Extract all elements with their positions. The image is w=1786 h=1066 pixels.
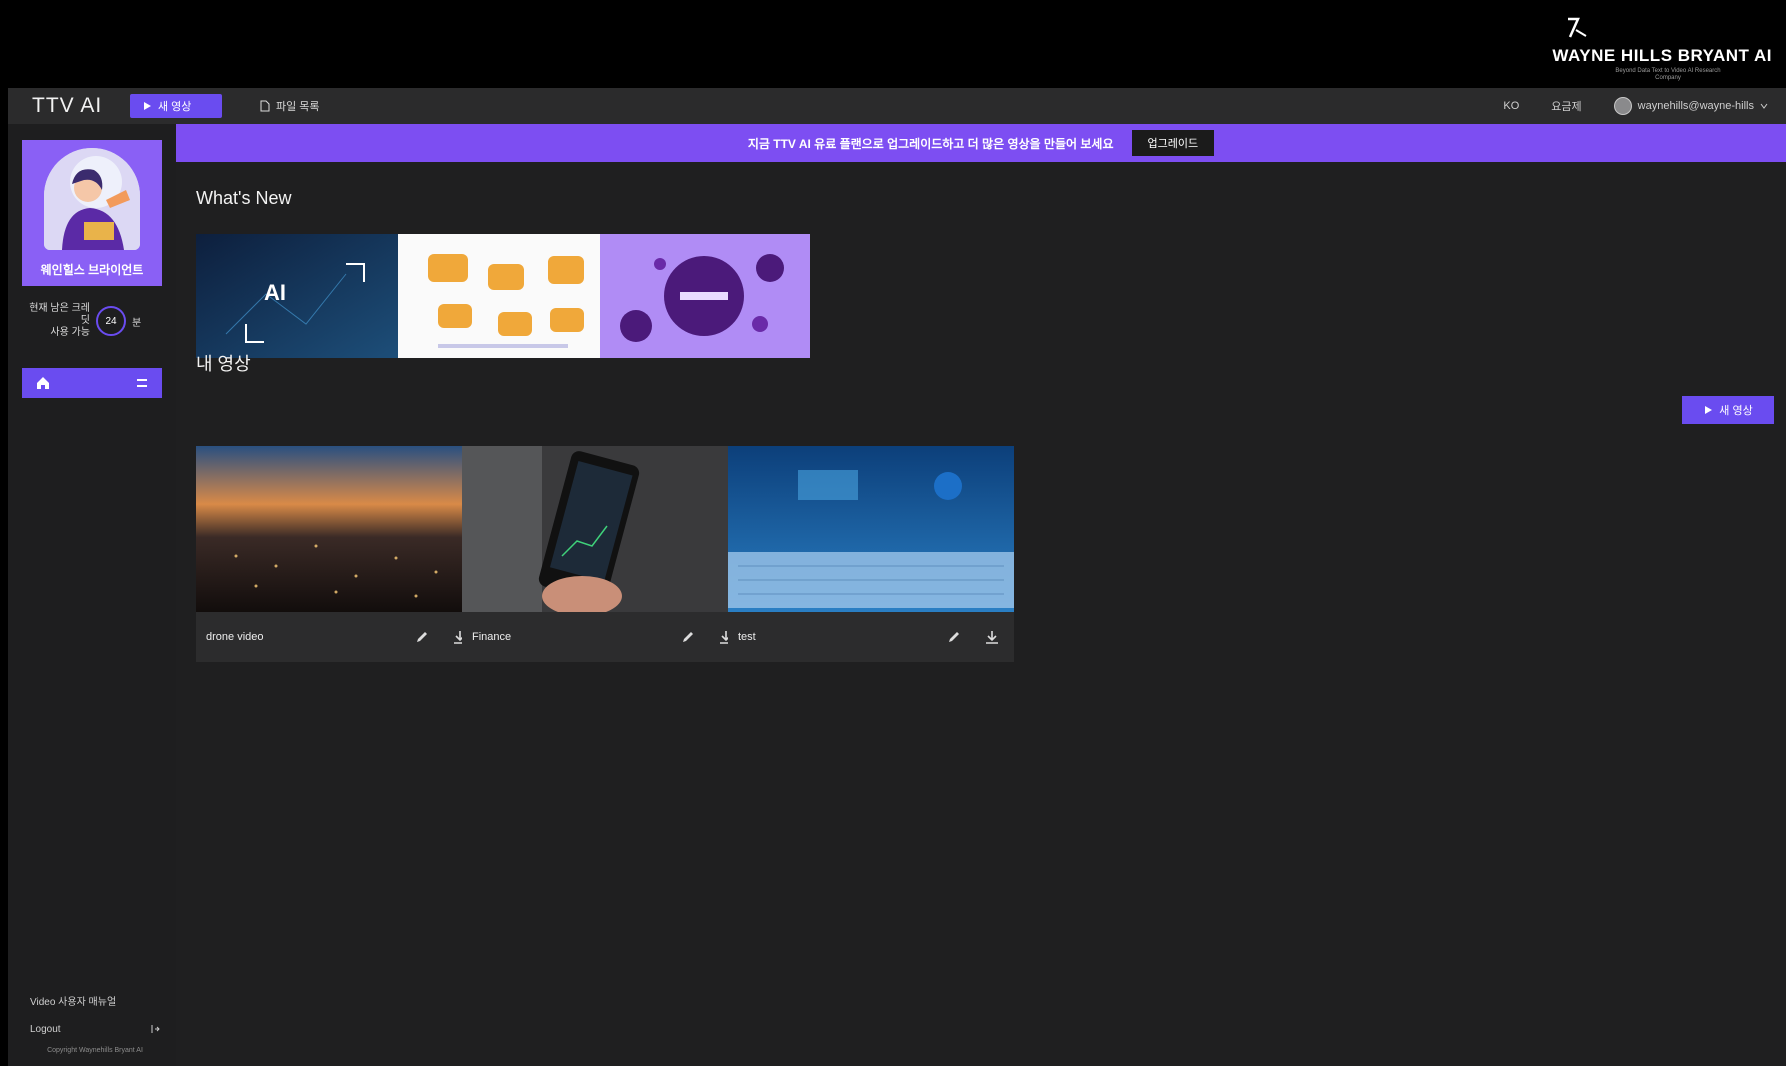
brand-logo: WAYNE HILLS BRYANT AI Beyond Data Text t… [1542, 16, 1772, 81]
upgrade-button[interactable]: 업그레이드 [1131, 130, 1215, 156]
brand-arrow-icon [1568, 17, 1587, 38]
characters-news-card[interactable] [398, 234, 608, 358]
logout-icon [151, 1025, 160, 1033]
app-header: TTV AI 새 영상 파일 목록 KO 요금제 waynehills@wayn… [8, 88, 1786, 124]
user-menu[interactable]: waynehills@wayne-hills [1613, 97, 1768, 115]
ai-news-card[interactable]: AI [196, 234, 406, 358]
credit-status: 현재 남은 크레딧 사용 가능 24 분 [22, 300, 162, 342]
language-selector[interactable]: KO [1503, 100, 1519, 112]
video-title: Finance [472, 631, 512, 643]
profile-illustration [44, 148, 140, 250]
file-icon [260, 100, 270, 112]
credit-unit: 분 [132, 317, 142, 329]
event-news-card[interactable] [600, 234, 810, 358]
credit-label: 현재 남은 크레딧 [29, 303, 90, 326]
tab-file-list-label: 파일 목록 [276, 101, 320, 113]
pricing-link[interactable]: 요금제 [1551, 98, 1581, 114]
new-video-button[interactable]: 새 영상 [1682, 396, 1774, 424]
pencil-icon [949, 632, 959, 642]
copyright: Copyright Waynehills Bryant AI [47, 1047, 143, 1054]
pencil-icon [417, 632, 427, 642]
play-icon [144, 102, 151, 110]
video-thumbnail[interactable] [462, 446, 748, 612]
settings-icon [137, 379, 147, 387]
profile-name: 웨인힐스 브라이언트 [40, 263, 144, 277]
manual-link[interactable]: Video 사용자 매뉴얼 [30, 993, 160, 1008]
my-videos-title: 내 영상 [196, 354, 251, 374]
profile-card[interactable]: 웨인힐스 브라이언트 [22, 140, 162, 286]
user-avatar [1613, 97, 1632, 115]
edit-button[interactable] [410, 625, 434, 649]
video-thumbnail[interactable] [728, 446, 1014, 612]
video-card-drone[interactable]: drone video [196, 446, 482, 662]
whats-new-title: What's New [196, 188, 292, 208]
logout-label: Logout [30, 1024, 61, 1035]
download-button[interactable] [980, 625, 1004, 649]
main-content: 지금 TTV AI 유료 플랜으로 업그레이드하고 더 많은 영상을 만들어 보… [176, 124, 1786, 1066]
header-right-menu: KO 요금제 waynehills@wayne-hills [1503, 94, 1768, 118]
download-icon [986, 631, 998, 644]
tab-new-video-label: 새 영상 [158, 101, 192, 113]
logout-button[interactable]: Logout [30, 1024, 160, 1035]
video-card-footer: drone video [196, 612, 482, 662]
video-thumbnail[interactable] [196, 446, 482, 612]
tab-file-list[interactable]: 파일 목록 [248, 94, 358, 118]
credit-label-group: 현재 남은 크레딧 사용 가능 [22, 303, 90, 339]
pencil-icon [683, 632, 693, 642]
edit-button[interactable] [676, 625, 700, 649]
brand-subtitle: Beyond Data Text to Video AI Research Co… [1615, 68, 1721, 81]
video-card-footer: test [728, 612, 1014, 662]
video-card-footer: Finance [462, 612, 748, 662]
tab-new-video[interactable]: 새 영상 [130, 94, 222, 118]
brand-title: WAYNE HILLS BRYANT AI [1552, 46, 1772, 65]
video-card-finance[interactable]: Finance [462, 446, 748, 662]
play-icon [1705, 406, 1713, 414]
app-logo[interactable]: TTV AI [32, 94, 102, 118]
credit-value: 24 [96, 306, 126, 336]
video-title: drone video [206, 631, 264, 643]
promo-banner: 지금 TTV AI 유료 플랜으로 업그레이드하고 더 많은 영상을 만들어 보… [176, 124, 1786, 162]
promo-text: 지금 TTV AI 유료 플랜으로 업그레이드하고 더 많은 영상을 만들어 보… [747, 136, 1114, 151]
home-icon [37, 377, 49, 389]
new-video-button-label: 새 영상 [1719, 405, 1753, 417]
sidebar: 웨인힐스 브라이언트 현재 남은 크레딧 사용 가능 24 분 Video 사용… [8, 124, 176, 1066]
chevron-down-icon [1760, 103, 1768, 109]
video-title: test [738, 631, 756, 643]
sidebar-footer: Video 사용자 매뉴얼 Logout Copyright Waynehill… [30, 993, 160, 1054]
credit-sub-label: 사용 가능 [50, 327, 90, 338]
user-email: waynehills@wayne-hills [1637, 100, 1754, 112]
edit-button[interactable] [942, 625, 966, 649]
sidebar-home-button[interactable] [22, 368, 162, 398]
video-card-test[interactable]: test [728, 446, 1014, 662]
svg-text:AI: AI [264, 280, 286, 305]
top-brand-bar: WAYNE HILLS BRYANT AI Beyond Data Text t… [8, 4, 1786, 88]
